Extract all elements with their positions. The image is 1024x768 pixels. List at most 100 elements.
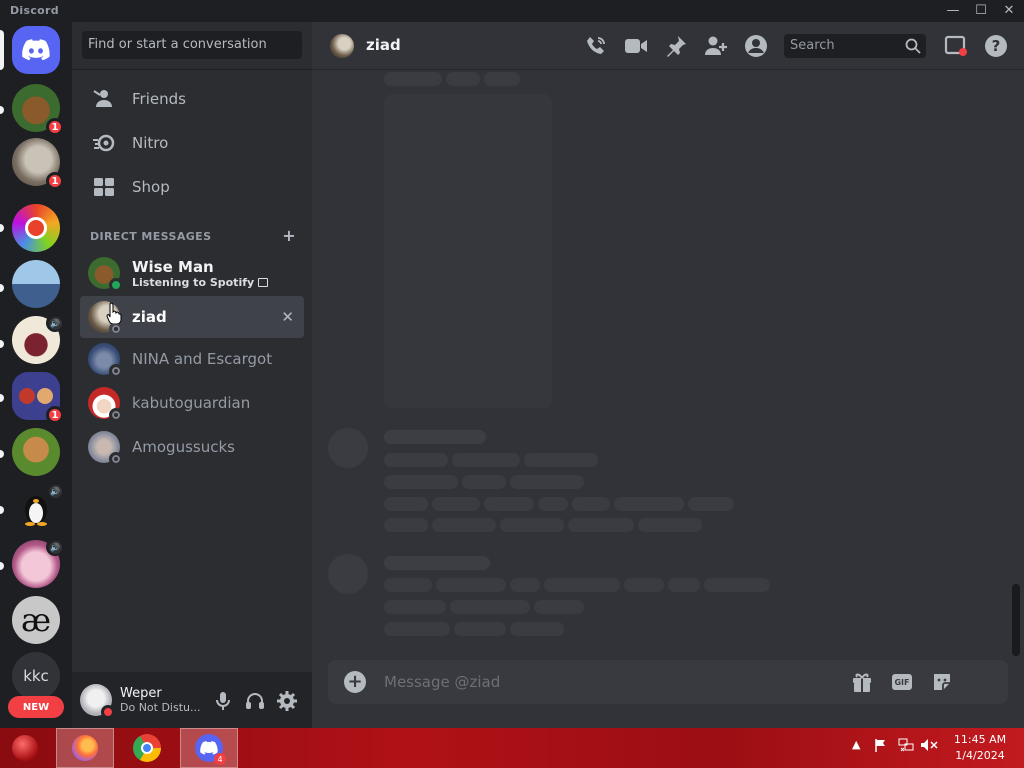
mention-badge: 1: [46, 118, 64, 136]
headphones-icon[interactable]: [244, 690, 266, 712]
new-unreads-pill[interactable]: NEW: [8, 696, 64, 718]
server-icon[interactable]: 🔊: [12, 482, 64, 532]
offline-status-icon: [109, 322, 123, 336]
message-composer[interactable]: + Message @ziad GIF: [328, 660, 1008, 704]
gift-icon[interactable]: [850, 670, 874, 694]
add-friends-to-dm-icon[interactable]: [704, 34, 728, 58]
video-call-icon[interactable]: [624, 34, 648, 58]
server-icon[interactable]: 1: [12, 138, 64, 190]
taskbar-badge: 4: [214, 753, 226, 765]
user-info[interactable]: Weper Do Not Distu...: [120, 686, 201, 714]
skeleton-line: [524, 453, 598, 467]
attach-plus-icon[interactable]: +: [344, 671, 366, 693]
gif-picker-icon[interactable]: GIF: [890, 670, 914, 694]
close-window-button[interactable]: ✕: [996, 2, 1022, 20]
server-icon[interactable]: æ: [12, 596, 60, 644]
dm-item[interactable]: Amogussucks: [80, 426, 304, 468]
skeleton-line: [534, 600, 584, 614]
skeleton-avatar: [328, 554, 368, 594]
settings-gear-icon[interactable]: [276, 690, 298, 712]
dm-sidebar: Find or start a conversation Friends Nit…: [72, 22, 312, 728]
system-clock[interactable]: 11:45 AM 1/4/2024: [944, 732, 1016, 764]
user-avatar[interactable]: [80, 684, 115, 719]
server-icon[interactable]: kkc: [12, 652, 60, 700]
avatar: [88, 343, 123, 378]
user-status: Do Not Distu...: [120, 701, 201, 714]
skeleton-line: [668, 578, 700, 592]
nitro-icon: [92, 131, 116, 155]
close-dm-icon[interactable]: ✕: [281, 308, 294, 326]
show-hidden-icons[interactable]: ▲: [852, 738, 860, 751]
discord-window: Discord — ☐ ✕ 1 1 🔊 1 🔊 🔊 æ kkc NEW Find…: [0, 0, 1024, 728]
user-profile-icon[interactable]: [744, 34, 768, 58]
skeleton-line: [384, 622, 450, 636]
skeleton-line: [384, 600, 446, 614]
dm-name: kabutoguardian: [132, 394, 251, 412]
create-dm-button[interactable]: +: [282, 228, 296, 244]
voice-call-icon[interactable]: [584, 34, 608, 58]
inbox-icon[interactable]: [944, 34, 968, 58]
channel-name: ziad: [366, 36, 401, 54]
dm-item[interactable]: NINA and Escargot: [80, 338, 304, 380]
dm-name: Amogussucks: [132, 438, 235, 456]
mention-badge: 1: [46, 406, 64, 424]
find-conversation-input[interactable]: Find or start a conversation: [82, 31, 302, 59]
taskbar-discord[interactable]: 4: [180, 728, 238, 768]
sticker-icon[interactable]: [930, 670, 954, 694]
skeleton-line: [450, 600, 530, 614]
minimize-button[interactable]: —: [940, 2, 966, 20]
message-input[interactable]: Message @ziad: [384, 673, 500, 691]
skeleton-line: [452, 453, 520, 467]
flag-icon[interactable]: [874, 738, 888, 755]
maximize-button[interactable]: ☐: [968, 2, 994, 20]
search-input[interactable]: Search: [784, 34, 926, 58]
skeleton-line: [384, 497, 428, 511]
rich-presence-icon: [258, 277, 269, 287]
taskbar-chrome[interactable]: [118, 728, 176, 768]
shop-icon: [92, 175, 116, 199]
skeleton-line: [538, 497, 568, 511]
server-icon[interactable]: 🔊: [12, 314, 64, 364]
nav-nitro[interactable]: Nitro: [80, 122, 304, 164]
firefox-icon: [72, 735, 98, 761]
server-icon[interactable]: 🔊: [12, 538, 64, 588]
title-bar: Discord — ☐ ✕: [0, 0, 1024, 22]
volume-muted-icon[interactable]: [920, 738, 938, 755]
start-button[interactable]: [0, 728, 50, 768]
chat-main: ziad Search ? + Message @ziad GIF: [312, 22, 1024, 728]
scrollbar[interactable]: [1012, 584, 1020, 656]
skeleton-line: [510, 475, 584, 489]
unread-indicator: [0, 394, 4, 402]
nav-label: Friends: [132, 90, 186, 108]
server-icon[interactable]: [12, 260, 60, 308]
skeleton-line: [572, 497, 610, 511]
nav-shop[interactable]: Shop: [80, 166, 304, 208]
taskbar-firefox[interactable]: [56, 728, 114, 768]
server-icon[interactable]: [12, 428, 60, 476]
skeleton-line: [384, 72, 442, 86]
dm-item[interactable]: kabutoguardian: [80, 382, 304, 424]
dm-header-label: DIRECT MESSAGES: [90, 230, 212, 243]
skeleton-line: [454, 622, 506, 636]
search-bar: Find or start a conversation: [72, 22, 312, 70]
dm-item[interactable]: Wise Man Listening to Spotify: [80, 252, 304, 294]
help-icon[interactable]: ?: [984, 34, 1008, 58]
mouse-cursor-icon: [106, 302, 122, 325]
network-icon[interactable]: [898, 738, 914, 755]
app-title: Discord: [10, 4, 59, 17]
nav-friends[interactable]: Friends: [80, 78, 304, 120]
home-button[interactable]: [12, 26, 60, 74]
microphone-icon[interactable]: [212, 690, 234, 712]
server-icon[interactable]: 1: [12, 84, 64, 136]
server-icon[interactable]: [12, 204, 60, 252]
offline-status-icon: [109, 408, 123, 422]
skeleton-line: [432, 497, 480, 511]
skeleton-line: [384, 556, 490, 570]
server-rail: 1 1 🔊 1 🔊 🔊 æ kkc: [0, 22, 72, 728]
channel-avatar: [330, 34, 354, 58]
server-folder[interactable]: 1: [12, 372, 64, 424]
skeleton-line: [462, 475, 506, 489]
discord-taskbar-icon: 4: [195, 734, 226, 765]
pinned-messages-icon[interactable]: [664, 34, 688, 58]
dm-name: NINA and Escargot: [132, 350, 273, 368]
